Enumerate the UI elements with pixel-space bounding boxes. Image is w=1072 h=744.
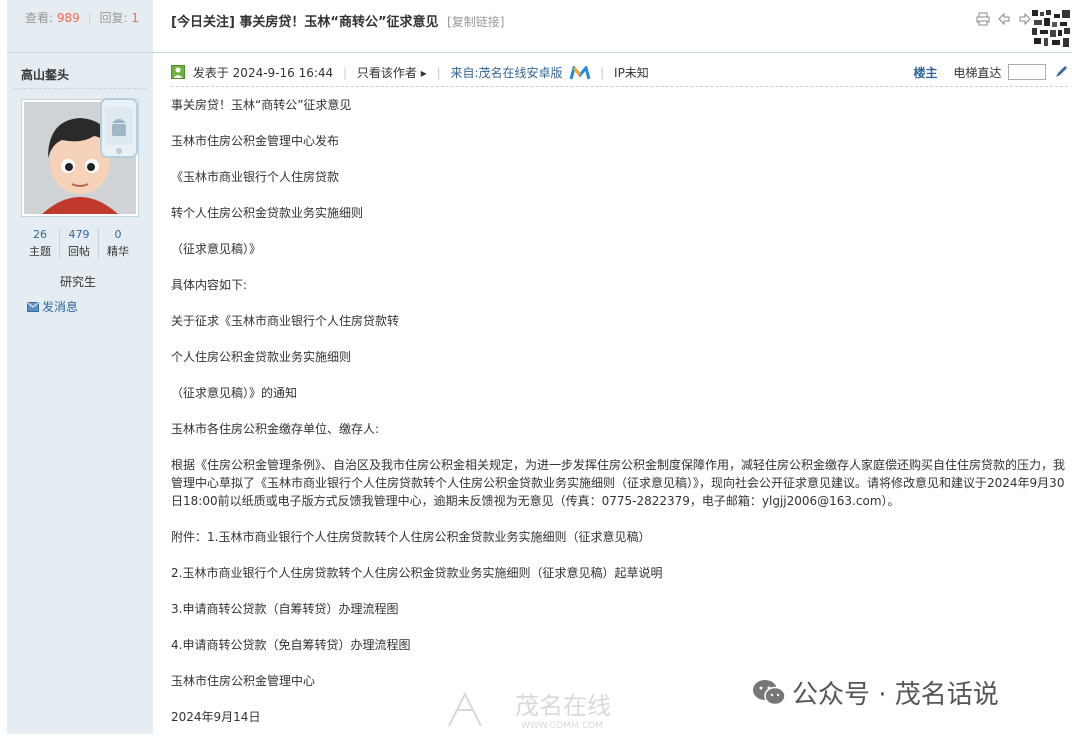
stat-threads[interactable]: 26 主题 [21,228,60,259]
stats-separator: | [87,11,92,25]
prev-thread-icon[interactable] [997,12,1011,26]
stat-label: 精华 [107,245,129,258]
views-label: 查看: [25,11,54,25]
stat-value: 479 [68,228,90,241]
only-author-link[interactable]: 只看该作者 [357,66,417,80]
content-line: 关于征求《玉林市商业银行个人住房贷款转 [171,314,400,328]
triangle-right-icon: ▸ [420,66,427,80]
replies-label: 回复: [99,11,128,25]
stat-value: 26 [33,228,47,241]
content-line: 附件：1.玉林市商业银行个人住房贷款转个人住房公积金贷款业务实施细则（征求意见稿… [171,530,651,544]
wechat-icon [752,679,786,714]
source-link[interactable]: 来自:茂名在线安卓版 [450,66,562,80]
online-status-icon [171,65,185,79]
send-message-label: 发消息 [42,300,79,314]
content-line: 事关房贷！玉林“商转公”征求意见 [171,98,352,112]
content-line: 3.申请商转公贷款（自筹转贷）办理流程图 [171,602,399,616]
views-count: 989 [56,11,80,25]
stat-label: 回帖 [68,245,90,258]
posted-prefix: 发表于 [192,66,229,80]
elevator-label: 电梯直达 [953,66,1002,80]
ip-location: IP未知 [614,66,649,80]
floor-label[interactable]: 楼主 [913,66,937,80]
post-meta: 发表于 2024-9-16 16:44 | 只看该作者 ▸ | 来自:茂名在线安… [171,64,1068,87]
sidebar-divider [14,88,146,89]
android-phone-icon [99,97,139,159]
stat-label: 主题 [29,245,51,258]
gdmm-app-icon [569,64,591,83]
content-line: 玉林市住房公积金管理中心发布 [171,134,340,148]
content-line: 《玉林市商业银行个人住房贷款 [171,170,340,184]
replies-count: 1 [131,11,139,25]
author-stats: 26 主题 479 回帖 0 精华 [21,228,137,259]
posted-time: 2024-9-16 16:44 [232,66,334,80]
print-icon[interactable] [976,12,990,26]
post-content: 事关房贷！玉林“商转公”征求意见 玉林市住房公积金管理中心发布 《玉林市商业银行… [171,96,1069,744]
content-line: 玉林市各住房公积金缴存单位、缴存人: [171,422,380,436]
gdmm-watermark-url: WWW.GDMM.COM [521,721,603,730]
wechat-watermark: 公众号 · 茂名话说 [752,674,999,714]
content-paragraph: 根据《住房公积金管理条例》、自治区及我市住房公积金相关规定，为进一步发挥住房公积… [171,458,1066,508]
content-line: （征求意见稿）》的通知 [171,386,298,400]
envelope-icon [27,301,39,315]
content-line: （征求意见稿）》 [171,242,262,256]
gdmm-watermark-text: 茂名在线 [515,692,611,720]
stat-value: 0 [114,228,122,241]
thread-title: [今日关注] 事关房贷！玉林“商转公”征求意见 [171,15,439,30]
stat-digest[interactable]: 0 精华 [99,228,137,259]
author-name[interactable]: 高山錖头 [21,66,69,83]
wechat-account-name: 公众号 · 茂名话说 [792,680,999,710]
content-line: 转个人住房公积金贷款业务实施细则 [171,206,364,220]
stat-replies[interactable]: 479 回帖 [60,228,99,259]
content-line: 2.玉林市商业银行个人住房贷款转个人住房公积金贷款业务实施细则（征求意见稿）起草… [171,566,663,580]
thread-stats: 查看: 989 | 回复: 1 [7,0,153,53]
content-line: 个人住房公积金贷款业务实施细则 [171,350,352,364]
user-rank: 研究生 [60,275,97,289]
gdmm-watermark: 茂名在线 WWW.GDMM.COM [445,688,645,731]
jump-pen-icon[interactable] [1054,65,1068,82]
send-message-link[interactable]: 发消息 [27,298,78,315]
content-line: 4.申请商转公贷款（免自筹转贷）办理流程图 [171,638,411,652]
content-line: 具体内容如下: [171,278,248,292]
floor-jump-input[interactable] [1008,64,1047,80]
copy-link-button[interactable]: [复制链接] [447,15,504,29]
qr-code-icon[interactable] [1030,8,1072,50]
thread-header: [今日关注] 事关房贷！玉林“商转公”征求意见 [复制链接] [153,0,1072,53]
